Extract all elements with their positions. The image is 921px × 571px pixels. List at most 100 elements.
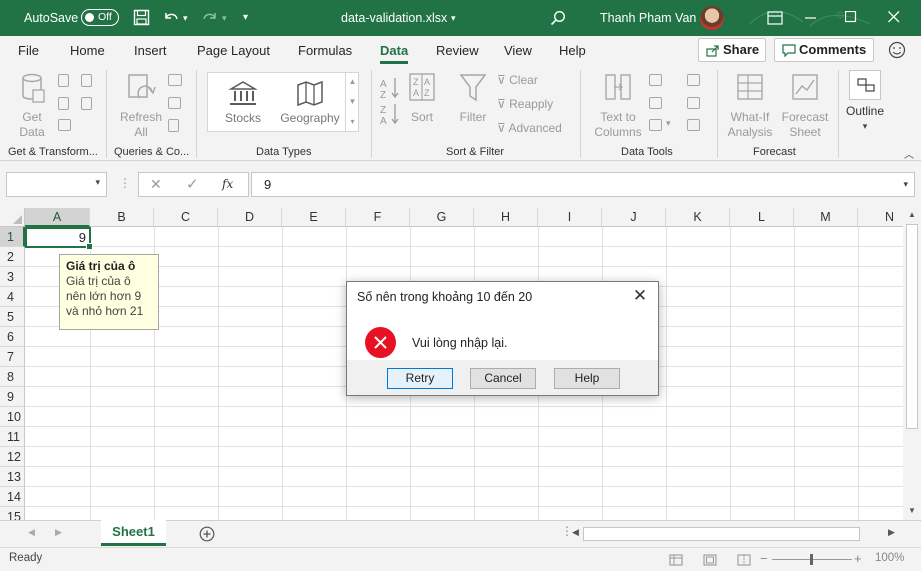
outline-button[interactable]: Outline ▾ — [843, 70, 887, 134]
page-layout-view-icon[interactable] — [703, 554, 717, 566]
row-header-4[interactable]: 4 — [0, 287, 25, 307]
column-header-h[interactable]: H — [474, 208, 538, 227]
sort-button[interactable]: Z A A Z Sort — [405, 72, 439, 125]
comments-button[interactable]: Comments — [774, 38, 874, 62]
sort-ascending-descending-icon[interactable]: A Z Z A — [380, 76, 402, 128]
tab-insert[interactable]: Insert — [134, 36, 167, 66]
page-break-view-icon[interactable] — [737, 554, 751, 566]
row-header-8[interactable]: 8 — [0, 367, 25, 387]
filter-button[interactable]: Filter — [456, 72, 490, 125]
row-header-14[interactable]: 14 — [0, 487, 25, 507]
flash-fill-icon[interactable] — [649, 74, 662, 86]
prev-sheet-icon[interactable]: ◀ — [28, 527, 35, 538]
sheet-tab-sheet1[interactable]: Sheet1 — [101, 520, 166, 546]
tab-page-layout[interactable]: Page Layout — [197, 36, 270, 66]
column-header-a[interactable]: A — [25, 208, 90, 227]
get-data-button[interactable]: Get Data — [12, 72, 52, 140]
data-validation-dropdown-icon[interactable]: ▾ — [666, 118, 671, 129]
tab-help[interactable]: Help — [559, 36, 586, 66]
confirm-entry-icon[interactable]: ✓ — [186, 175, 199, 193]
collapse-ribbon-icon[interactable]: ︿ — [904, 146, 914, 161]
active-cell-a1[interactable]: 9 — [25, 227, 93, 250]
properties-icon[interactable] — [168, 97, 181, 109]
undo-dropdown-icon[interactable]: ▾ — [183, 0, 188, 36]
column-header-k[interactable]: K — [666, 208, 730, 227]
user-name[interactable]: Thanh Pham Van — [600, 0, 696, 36]
recent-sources-icon[interactable] — [81, 97, 92, 110]
row-header-10[interactable]: 10 — [0, 407, 25, 427]
from-web-icon[interactable] — [81, 74, 92, 87]
from-text-icon[interactable] — [58, 74, 69, 87]
tab-review[interactable]: Review — [436, 36, 479, 66]
row-header-1[interactable]: 1 — [0, 227, 25, 247]
tab-view[interactable]: View — [504, 36, 532, 66]
geography-button[interactable]: Geography — [278, 79, 342, 126]
file-name[interactable]: data-validation.xlsx — [341, 0, 447, 36]
row-header-15[interactable]: 15 — [0, 507, 25, 520]
existing-connections-icon[interactable] — [58, 119, 71, 131]
vertical-scroll-thumb[interactable] — [906, 224, 918, 429]
column-header-d[interactable]: D — [218, 208, 282, 227]
undo-icon[interactable] — [162, 9, 180, 26]
row-header-9[interactable]: 9 — [0, 387, 25, 407]
advanced-button[interactable]: ⊽ Advanced — [497, 121, 562, 136]
from-table-icon[interactable] — [58, 97, 69, 110]
queries-connections-icon[interactable] — [168, 74, 182, 86]
column-header-n[interactable]: N — [858, 208, 903, 227]
name-box[interactable]: ▾ — [6, 172, 107, 197]
clear-button[interactable]: ⊽ Clear — [497, 73, 538, 88]
reapply-button[interactable]: ⊽ Reapply — [497, 97, 553, 112]
zoom-in-icon[interactable]: + — [854, 551, 862, 566]
dialog-close-icon[interactable]: ✕ — [630, 286, 650, 306]
new-sheet-icon[interactable] — [199, 526, 215, 542]
next-sheet-icon[interactable]: ▶ — [55, 527, 62, 538]
column-header-c[interactable]: C — [154, 208, 218, 227]
help-button[interactable]: Help — [554, 368, 620, 389]
relationships-icon[interactable] — [687, 97, 700, 109]
column-header-l[interactable]: L — [730, 208, 794, 227]
avatar[interactable] — [700, 6, 724, 30]
autosave-toggle[interactable]: Off — [81, 9, 119, 26]
retry-button[interactable]: Retry — [387, 368, 453, 389]
redo-icon[interactable] — [201, 9, 219, 26]
column-header-m[interactable]: M — [794, 208, 858, 227]
cancel-button[interactable]: Cancel — [470, 368, 536, 389]
expand-formula-bar-icon[interactable]: ▾ — [903, 173, 908, 196]
maximize-icon[interactable] — [845, 11, 857, 23]
consolidate-icon[interactable] — [687, 74, 700, 86]
row-header-3[interactable]: 3 — [0, 267, 25, 287]
column-header-f[interactable]: F — [346, 208, 410, 227]
filename-dropdown-icon[interactable]: ▾ — [451, 0, 456, 36]
name-box-dropdown-icon[interactable]: ▾ — [95, 177, 100, 188]
save-icon[interactable] — [133, 9, 150, 26]
row-header-6[interactable]: 6 — [0, 327, 25, 347]
vertical-scrollbar[interactable]: ▲ ▼ — [903, 208, 921, 520]
remove-duplicates-icon[interactable] — [649, 97, 662, 109]
data-validation-icon[interactable] — [649, 119, 662, 131]
scroll-up-icon[interactable]: ▲ — [908, 210, 916, 219]
scroll-right-icon[interactable]: ▶ — [888, 527, 895, 538]
scroll-left-icon[interactable]: ◀ — [572, 527, 579, 538]
edit-links-icon[interactable] — [168, 119, 179, 132]
column-header-g[interactable]: G — [410, 208, 474, 227]
row-header-5[interactable]: 5 — [0, 307, 25, 327]
row-header-12[interactable]: 12 — [0, 447, 25, 467]
zoom-level[interactable]: 100% — [875, 552, 904, 564]
scroll-down-icon[interactable]: ▼ — [908, 506, 916, 515]
close-icon[interactable] — [888, 11, 900, 23]
column-header-b[interactable]: B — [90, 208, 154, 227]
insert-function-icon[interactable]: fx — [222, 177, 233, 191]
normal-view-icon[interactable] — [669, 554, 683, 566]
feedback-smiley-icon[interactable] — [888, 41, 906, 59]
row-header-11[interactable]: 11 — [0, 427, 25, 447]
zoom-slider-handle[interactable] — [810, 554, 813, 565]
share-button[interactable]: Share — [698, 38, 766, 62]
text-to-columns-button[interactable]: Text to Columns — [590, 72, 646, 140]
redo-dropdown-icon[interactable]: ▾ — [222, 0, 227, 36]
tab-file[interactable]: File — [18, 36, 39, 66]
formula-input[interactable]: 9 ▾ — [251, 172, 915, 197]
zoom-out-icon[interactable]: − — [760, 551, 768, 566]
stocks-button[interactable]: Stocks — [218, 79, 268, 126]
tab-data[interactable]: Data — [380, 36, 409, 66]
data-types-scroll[interactable]: ▲ ▼ ▾ — [345, 72, 359, 132]
